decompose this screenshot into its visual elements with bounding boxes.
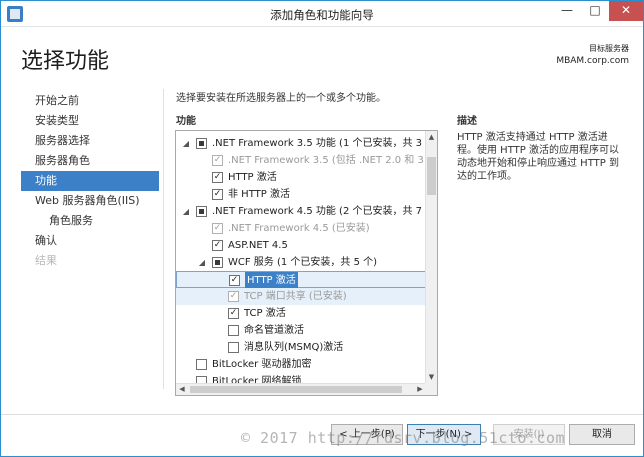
wizard-window: 添加角色和功能向导 — □ ✕ 选择功能 目标服务器 MBAM.corp.com… (0, 0, 644, 457)
minimize-button[interactable]: — (553, 1, 581, 21)
previous-button[interactable]: < 上一步(P) (331, 424, 403, 445)
feature-label: WCF 服务 (1 个已安装，共 5 个) (228, 257, 378, 268)
description-text: HTTP 激活支持通过 HTTP 激活进程。使用 HTTP 激活的应用程序可以动… (457, 132, 619, 182)
next-button[interactable]: 下一步(N) > (407, 424, 481, 445)
feature-label: 消息队列(MSMQ)激活 (244, 342, 344, 353)
feature-label: 命名管道激活 (244, 325, 304, 336)
feature-checkbox: ✓ (212, 155, 223, 166)
feature-tree-row[interactable]: BitLocker 网络解锁 (176, 373, 426, 383)
feature-tree-row[interactable]: BitLocker 驱动器加密 (176, 356, 426, 373)
expand-arrow-icon[interactable]: ◢ (181, 135, 191, 152)
target-server-label: 目标服务器 (589, 44, 629, 53)
scrollbar-corner (425, 383, 437, 395)
maximize-button[interactable]: □ (581, 1, 609, 21)
install-button: 安装(I) (493, 424, 565, 445)
nav-divider (163, 89, 164, 389)
target-server-name: MBAM.corp.com (556, 56, 629, 66)
feature-checkbox[interactable] (196, 206, 207, 217)
features-tree[interactable]: ◢ .NET Framework 3.5 功能 (1 个已安装，共 3 个) ✓ .N… (175, 130, 438, 396)
nav-item-confirmation[interactable]: 确认 (21, 231, 159, 251)
feature-checkbox[interactable]: ✓ (212, 189, 223, 200)
footer-divider (1, 414, 643, 415)
description-header: 描述 (457, 116, 477, 127)
feature-label: 非 HTTP 激活 (228, 189, 290, 200)
target-server: 目标服务器 MBAM.corp.com (556, 43, 629, 67)
feature-checkbox[interactable] (196, 359, 207, 370)
feature-checkbox: ✓ (212, 223, 223, 234)
features-header: 功能 (176, 116, 196, 127)
feature-tree-row[interactable]: ✓ HTTP 激活 (176, 169, 426, 186)
window-title: 添加角色和功能向导 (270, 8, 374, 22)
nav-item-installation-type[interactable]: 安装类型 (21, 111, 159, 131)
expand-arrow-icon[interactable]: ◢ (197, 254, 207, 271)
feature-checkbox[interactable] (196, 376, 207, 383)
scroll-left-icon[interactable]: ◀ (176, 384, 188, 395)
feature-tree-row[interactable]: 消息队列(MSMQ)激活 (176, 339, 426, 356)
feature-label: HTTP 激活 (245, 272, 298, 289)
feature-label: HTTP 激活 (228, 172, 277, 183)
feature-checkbox[interactable]: ✓ (212, 172, 223, 183)
feature-tree-row[interactable]: ✓ ASP.NET 4.5 (176, 237, 426, 254)
horizontal-scroll-thumb[interactable] (190, 386, 402, 393)
features-tree-body: ◢ .NET Framework 3.5 功能 (1 个已安装，共 3 个) ✓ .N… (176, 131, 426, 383)
nav-item-web-server-role[interactable]: Web 服务器角色(IIS) (21, 191, 159, 211)
instruction-text: 选择要安装在所选服务器上的一个或多个功能。 (176, 93, 386, 104)
feature-checkbox: ✓ (228, 291, 239, 302)
feature-label: BitLocker 网络解锁 (212, 376, 302, 383)
scroll-down-icon[interactable]: ▼ (426, 371, 437, 383)
feature-checkbox[interactable]: ✓ (212, 240, 223, 251)
feature-checkbox[interactable]: ✓ (229, 275, 240, 286)
title-bar: 添加角色和功能向导 — □ ✕ (1, 1, 643, 27)
horizontal-scrollbar[interactable]: ◀ ▶ (176, 383, 426, 395)
feature-tree-row[interactable]: 命名管道激活 (176, 322, 426, 339)
feature-checkbox[interactable] (228, 325, 239, 336)
feature-label: TCP 端口共享 (已安装) (244, 291, 347, 302)
nav-item-server-selection[interactable]: 服务器选择 (21, 131, 159, 151)
nav-item-results: 结果 (35, 254, 57, 267)
vertical-scrollbar[interactable]: ▲ ▼ (425, 131, 437, 383)
feature-checkbox[interactable] (212, 257, 223, 268)
feature-label: .NET Framework 3.5 功能 (1 个已安装，共 3 个) (212, 138, 426, 149)
wizard-nav: 开始之前 安装类型 服务器选择 服务器角色 功能 Web 服务器角色(IIS) … (21, 91, 159, 271)
cancel-button[interactable]: 取消 (569, 424, 635, 445)
feature-label: .NET Framework 3.5 (包括 .NET 2.0 和 3.0) (… (228, 155, 426, 166)
expand-arrow-icon[interactable]: ◢ (181, 203, 191, 220)
feature-tree-row[interactable]: ✓ TCP 激活 (176, 305, 426, 322)
feature-label: TCP 激活 (244, 308, 286, 319)
feature-tree-row[interactable]: ◢ WCF 服务 (1 个已安装，共 5 个) (176, 254, 426, 271)
feature-tree-row[interactable]: ✓ HTTP 激活 (176, 271, 426, 289)
vertical-scroll-thumb[interactable] (427, 157, 436, 195)
feature-tree-row[interactable]: ✓ 非 HTTP 激活 (176, 186, 426, 203)
feature-label: .NET Framework 4.5 功能 (2 个已安装，共 7 个) (212, 206, 426, 217)
feature-tree-row[interactable]: ◢ .NET Framework 3.5 功能 (1 个已安装，共 3 个) (176, 135, 426, 152)
feature-checkbox[interactable] (196, 138, 207, 149)
nav-item-server-roles[interactable]: 服务器角色 (21, 151, 159, 171)
scroll-up-icon[interactable]: ▲ (426, 131, 437, 143)
nav-item-role-services[interactable]: 角色服务 (21, 211, 159, 231)
nav-item-features[interactable]: 功能 (21, 171, 159, 191)
feature-label: .NET Framework 4.5 (已安装) (228, 223, 370, 234)
feature-checkbox[interactable]: ✓ (228, 308, 239, 319)
page-title: 选择功能 (21, 49, 110, 74)
feature-tree-row[interactable]: ✓ .NET Framework 4.5 (已安装) (176, 220, 426, 237)
nav-item-before-you-begin[interactable]: 开始之前 (21, 91, 159, 111)
feature-tree-row[interactable]: ◢ .NET Framework 4.5 功能 (2 个已安装，共 7 个) (176, 203, 426, 220)
feature-tree-row[interactable]: ✓ TCP 端口共享 (已安装) (176, 288, 426, 305)
feature-label: ASP.NET 4.5 (228, 240, 288, 251)
close-button[interactable]: ✕ (609, 1, 643, 21)
feature-checkbox[interactable] (228, 342, 239, 353)
feature-tree-row[interactable]: ✓ .NET Framework 3.5 (包括 .NET 2.0 和 3.0) … (176, 152, 426, 169)
feature-label: BitLocker 驱动器加密 (212, 359, 312, 370)
